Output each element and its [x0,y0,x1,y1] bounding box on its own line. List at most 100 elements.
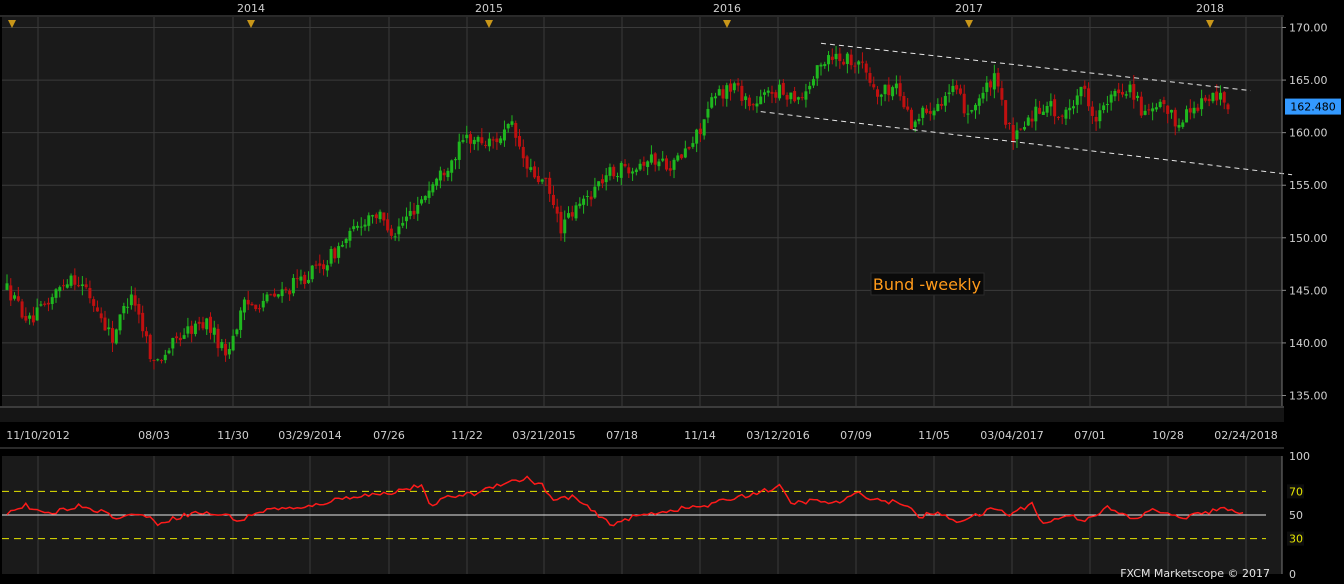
candle-body [627,167,631,174]
candle-body [962,93,966,114]
candle-body [853,65,857,67]
price-tick-label: 140.00 [1289,337,1328,350]
candle-body [1196,107,1200,111]
candle-body [367,215,371,226]
candle-body [808,85,812,90]
candle-body [981,92,985,99]
candle-body [171,337,175,349]
price-tick-label: 135.00 [1289,389,1328,402]
candle-body [1038,107,1042,114]
candle-body [970,110,974,112]
rsi-tick-label: 100 [1289,450,1310,463]
candle-body [951,85,955,92]
candle-body [54,289,58,298]
candle-body [796,97,800,100]
candle-body [193,323,197,335]
chart-title-box: Bund -weekly [870,272,985,296]
candle-body [879,94,883,97]
candle-body [1226,104,1230,110]
candle-body [548,177,552,194]
candle-body [638,163,642,170]
candle-body [1147,109,1151,111]
candle-body [913,121,917,128]
candle-body [182,335,186,339]
candle-body [940,104,944,106]
candle-body [514,123,518,138]
candle-body [789,92,793,100]
candle-body [303,274,307,285]
candle-body [118,314,122,331]
candle-body [1098,110,1102,122]
candle-body [314,264,318,266]
candle-body [284,288,288,290]
date-tick-label: 08/03 [138,429,170,442]
date-tick-label: 11/22 [451,429,483,442]
candle-body [1181,122,1185,127]
candle-body [322,264,326,270]
candle-body [491,139,495,141]
candle-body [450,160,454,173]
candle-body [69,275,73,286]
candle-body [58,287,62,292]
candle-body [442,172,446,176]
candle-body [242,299,246,313]
date-tick-label: 03/12/2016 [746,429,809,442]
candle-body [1090,106,1094,116]
candle [909,107,913,130]
candle-body [1151,108,1155,112]
candle-body [506,123,510,129]
candle-body [582,198,586,205]
footer-brand: FXCM Marketscope © 2017 [1120,567,1270,580]
candle-body [1128,84,1132,93]
candle-body [992,73,996,90]
last-price-tag: 162.480 [1285,98,1341,115]
candle-body [431,184,435,193]
candle-body [1158,101,1162,107]
candle-body [1218,92,1222,100]
candle-body [438,170,442,181]
candle-body [1136,95,1140,98]
candle-body [374,214,378,219]
candle-body [9,285,13,301]
candle-body [77,285,81,287]
candle-body [770,91,774,94]
candle-body [518,136,522,147]
candle-body [974,104,978,111]
candle-body [521,146,525,159]
candle-body [348,230,352,241]
candle-body [661,158,665,161]
candle-body [24,316,28,321]
candle-body [261,300,265,308]
candle-body [604,175,608,183]
candle-body [129,294,133,306]
candle-body [133,295,137,306]
candle-body [804,91,808,100]
candle-body [28,315,32,319]
candle-body [834,53,838,60]
candle-body [1211,92,1215,102]
candle-body [62,285,66,287]
candle-body [114,329,118,344]
candle-body [65,284,69,288]
price-tick-label: 165.00 [1289,74,1328,87]
candle-body [1173,109,1177,127]
candle-body [389,228,393,236]
candle-body [989,81,993,88]
candle-body [5,283,9,290]
date-tick-label: 11/14 [684,429,716,442]
candle-body [563,219,567,234]
candle-body [732,83,736,91]
candle-body [186,326,190,334]
candle-body [683,148,687,158]
chart-title: Bund -weekly [873,275,981,294]
candle-body [525,156,529,169]
candle-body [1030,118,1034,122]
candle-body [92,299,96,306]
candle-body [502,129,506,141]
candle-body [352,226,356,230]
candle-body [1207,98,1211,102]
candle-body [35,307,39,321]
candle-body [265,294,269,302]
candle-body [16,296,20,301]
chart-root: 2014 2015 2016 2017 2018 Bund -weekly 135.00 14… [0,0,1344,581]
